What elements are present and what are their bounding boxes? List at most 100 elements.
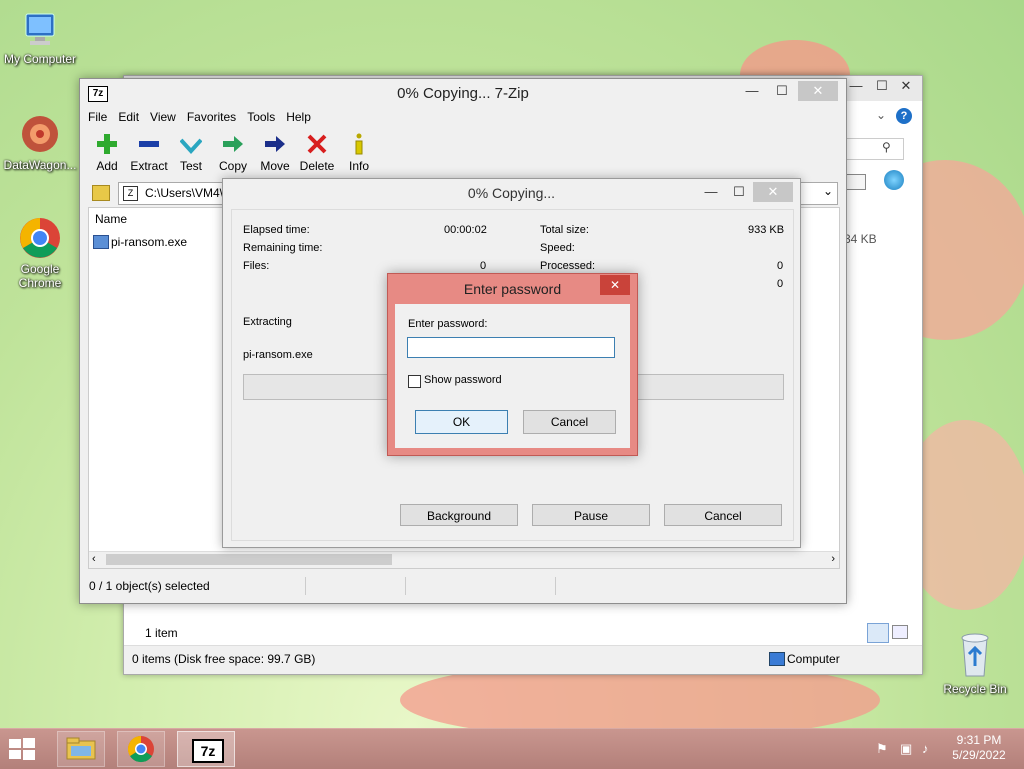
explorer-search-input[interactable] bbox=[846, 138, 904, 160]
desktop-icon-my-computer[interactable]: My Computer bbox=[0, 10, 80, 66]
path-text: C:\Users\VM4\ bbox=[145, 186, 224, 200]
network-icon[interactable]: ▣ bbox=[900, 741, 914, 756]
datawagon-icon bbox=[18, 112, 62, 156]
desktop-icon-recycle-bin[interactable]: Recycle Bin bbox=[935, 630, 1015, 696]
processed-label: Processed: bbox=[540, 260, 596, 272]
info-icon bbox=[355, 133, 363, 155]
taskbar-7zip-button[interactable]: 7z bbox=[177, 731, 235, 767]
password-input[interactable] bbox=[407, 337, 615, 358]
close-button[interactable]: ✕ bbox=[894, 76, 918, 96]
show-password-label[interactable]: Show password bbox=[424, 374, 502, 386]
chevron-down-icon[interactable]: ⌄ bbox=[823, 184, 833, 198]
globe-icon[interactable] bbox=[884, 170, 904, 190]
password-label: Enter password: bbox=[408, 318, 488, 330]
minus-icon bbox=[139, 141, 159, 147]
arrow-right-icon bbox=[223, 136, 243, 152]
password-dialog[interactable]: Enter password ✕ Enter password: Show pa… bbox=[387, 273, 638, 456]
desktop-icon-label: DataWagon... bbox=[3, 158, 77, 172]
pause-button[interactable]: Pause bbox=[532, 504, 650, 526]
minimize-button[interactable]: — bbox=[846, 76, 866, 96]
remaining-label: Remaining time: bbox=[243, 242, 323, 254]
test-button[interactable]: Test bbox=[168, 131, 214, 173]
info-button[interactable]: Info bbox=[336, 131, 382, 173]
menu-view[interactable]: View bbox=[150, 110, 176, 124]
chrome-icon bbox=[127, 735, 154, 763]
action-center-flag-icon[interactable]: ⚑ bbox=[876, 741, 890, 756]
minimize-button[interactable]: — bbox=[742, 81, 762, 101]
details-view-icon[interactable] bbox=[867, 623, 889, 643]
selection-status: 0 / 1 object(s) selected bbox=[89, 579, 210, 593]
file-name: pi-ransom.exe bbox=[111, 235, 188, 249]
close-button[interactable]: ✕ bbox=[600, 275, 630, 295]
scroll-right-icon[interactable]: › bbox=[831, 553, 835, 565]
file-row[interactable]: pi-ransom.exe bbox=[93, 234, 223, 252]
extract-button[interactable]: Extract bbox=[126, 131, 172, 173]
column-name-label: Name bbox=[95, 212, 128, 226]
chevron-down-icon[interactable]: ⌄ bbox=[876, 108, 886, 122]
extract-label: Extract bbox=[130, 159, 168, 173]
show-password-checkbox[interactable] bbox=[408, 375, 421, 388]
menu-edit[interactable]: Edit bbox=[118, 110, 139, 124]
taskbar-explorer-button[interactable] bbox=[57, 731, 105, 767]
copy-button[interactable]: Copy bbox=[210, 131, 256, 173]
explorer-statusbar: 0 items (Disk free space: 99.7 GB) Compu… bbox=[124, 645, 922, 674]
windows-logo-icon bbox=[9, 738, 35, 760]
menu-help[interactable]: Help bbox=[286, 110, 311, 124]
menu-favorites[interactable]: Favorites bbox=[187, 110, 236, 124]
scrollbar-thumb[interactable] bbox=[106, 554, 392, 565]
desktop-icon-chrome[interactable]: Google Chrome bbox=[0, 216, 80, 290]
total-size-label: Total size: bbox=[540, 224, 589, 236]
exe-file-icon bbox=[93, 235, 109, 249]
maximize-button[interactable]: ☐ bbox=[772, 81, 792, 101]
background-button[interactable]: Background bbox=[400, 504, 518, 526]
close-button[interactable]: ✕ bbox=[753, 182, 793, 202]
move-button[interactable]: Move bbox=[252, 131, 298, 173]
action-label: Extracting bbox=[243, 316, 292, 328]
view-toggle-icon[interactable] bbox=[846, 174, 866, 190]
extra-value: 0 bbox=[777, 278, 784, 290]
menu-file[interactable]: File bbox=[88, 110, 107, 124]
search-icon: ⚲ bbox=[882, 140, 891, 154]
clock-time: 9:31 PM bbox=[956, 733, 1002, 747]
status-location: Computer bbox=[787, 652, 840, 666]
speed-label: Speed: bbox=[540, 242, 575, 254]
computer-small-icon bbox=[769, 652, 785, 666]
maximize-button[interactable]: ☐ bbox=[729, 182, 749, 202]
start-button[interactable] bbox=[8, 737, 36, 761]
scroll-left-icon[interactable]: ‹ bbox=[92, 553, 96, 565]
check-icon bbox=[180, 138, 202, 154]
status-divider bbox=[555, 577, 556, 595]
path-icon: Z bbox=[123, 186, 138, 201]
horizontal-scrollbar[interactable]: ‹ › bbox=[89, 551, 839, 568]
plus-icon bbox=[97, 134, 117, 154]
taskbar-chrome-button[interactable] bbox=[117, 731, 165, 767]
cancel-button[interactable]: Cancel bbox=[523, 410, 616, 434]
current-file: pi-ransom.exe bbox=[243, 349, 313, 361]
volume-muted-icon[interactable]: ♪ bbox=[922, 741, 936, 756]
elapsed-value: 00:00:02 bbox=[444, 224, 487, 236]
minimize-button[interactable]: — bbox=[701, 182, 721, 202]
desktop-icon-datawagon[interactable]: DataWagon... bbox=[0, 112, 80, 172]
delete-button[interactable]: Delete bbox=[294, 131, 340, 173]
status-divider bbox=[405, 577, 406, 595]
maximize-button[interactable]: ☐ bbox=[872, 76, 892, 96]
clock[interactable]: 9:31 PM 5/29/2022 bbox=[946, 733, 1012, 763]
cancel-button[interactable]: Cancel bbox=[664, 504, 782, 526]
clock-date: 5/29/2022 bbox=[952, 748, 1006, 762]
processed-value: 0 bbox=[777, 260, 784, 272]
column-header-name[interactable]: Name bbox=[89, 208, 230, 230]
info-label: Info bbox=[348, 159, 369, 173]
add-button[interactable]: Add bbox=[84, 131, 130, 173]
copy-titlebar: 0% Copying... — ☐ ✕ bbox=[223, 179, 800, 207]
close-button[interactable]: ✕ bbox=[798, 81, 838, 101]
help-icon[interactable]: ? bbox=[896, 108, 912, 124]
password-dialog-body: Enter password: Show password OK Cancel bbox=[395, 304, 630, 448]
zip-menubar: File Edit View Favorites Tools Help bbox=[88, 110, 322, 130]
status-text: 0 items (Disk free space: 99.7 GB) bbox=[132, 652, 316, 666]
tiles-view-icon[interactable] bbox=[892, 625, 908, 639]
ok-button[interactable]: OK bbox=[415, 410, 508, 434]
desktop-icon-label: Recycle Bin bbox=[943, 682, 1007, 696]
recycle-bin-icon bbox=[955, 630, 995, 680]
menu-tools[interactable]: Tools bbox=[247, 110, 275, 124]
folder-up-icon[interactable] bbox=[92, 185, 110, 201]
